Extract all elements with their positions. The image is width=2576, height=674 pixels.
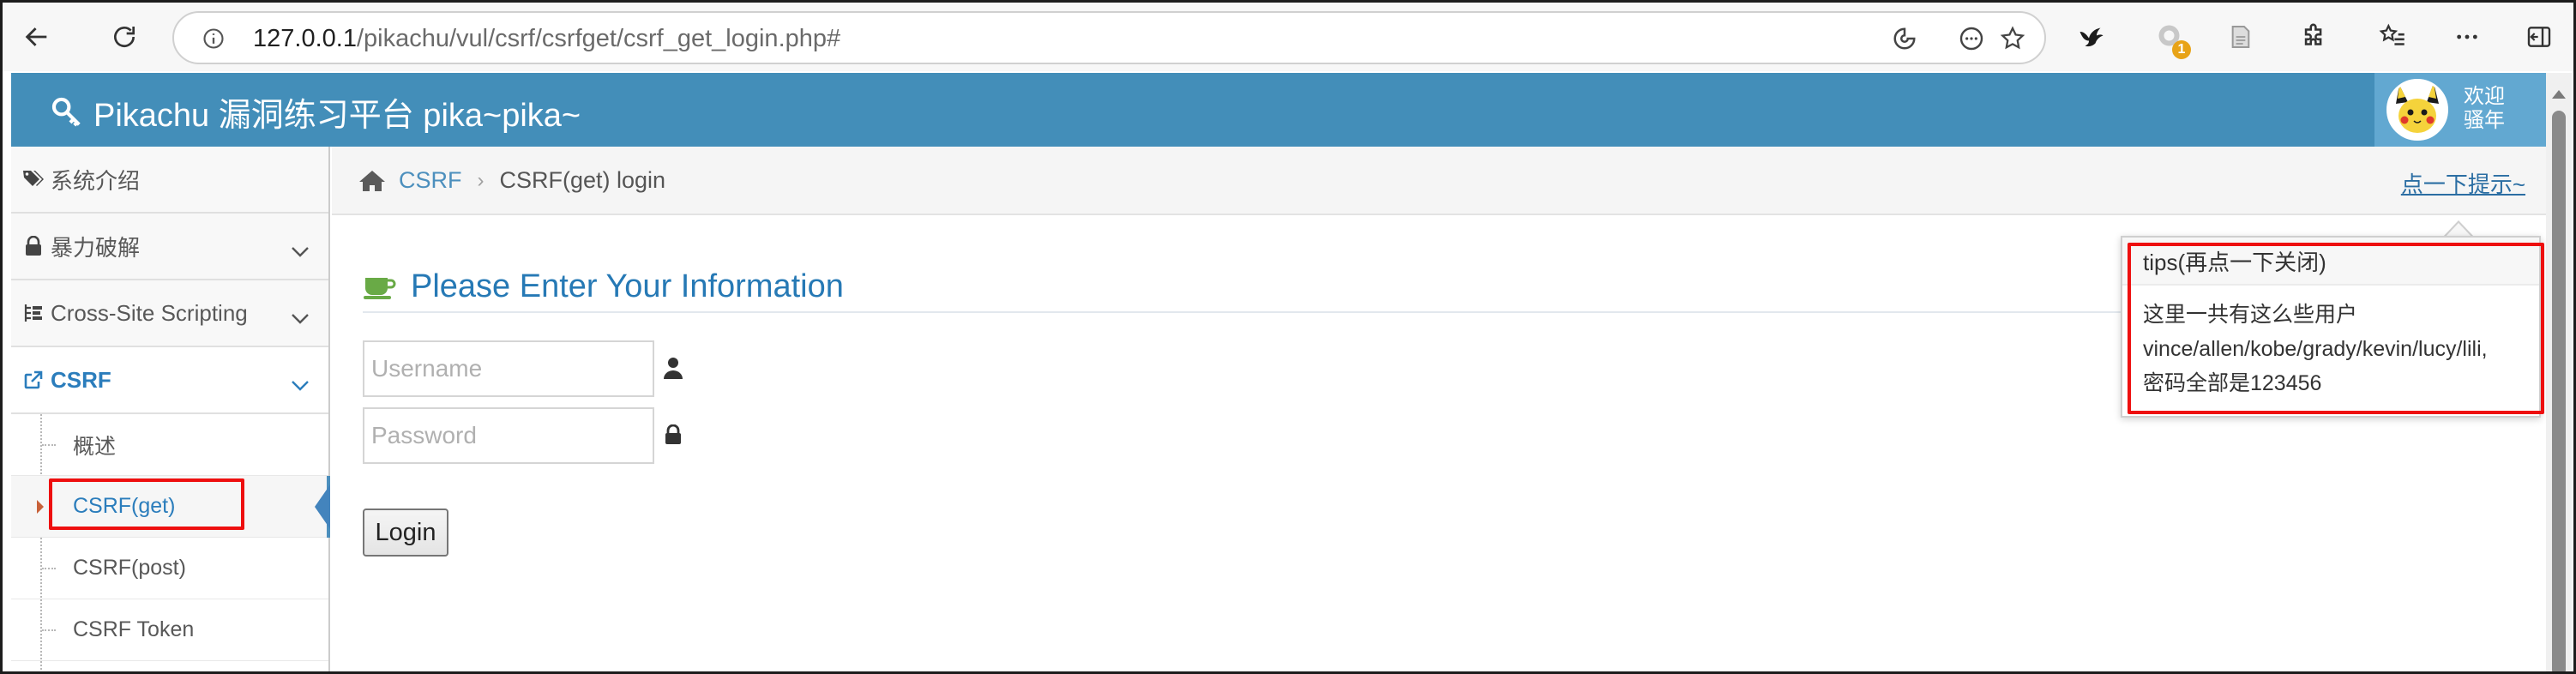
user-menu[interactable]: 欢迎 骚年 — [2374, 73, 2546, 147]
submenu-item-label: CSRF(post) — [73, 556, 186, 580]
lock-icon — [16, 236, 51, 256]
sidebar-item-xss[interactable]: Cross-Site Scripting — [11, 280, 328, 347]
key-icon — [51, 96, 83, 129]
password-input[interactable]: Password — [363, 407, 654, 464]
tree-tick — [42, 629, 56, 631]
breadcrumb: CSRF › CSRF(get) login — [358, 167, 665, 194]
home-icon[interactable] — [358, 169, 387, 193]
share-icon — [16, 370, 51, 390]
more-tools-icon[interactable] — [1953, 20, 1990, 57]
sidebar-item-csrf[interactable]: CSRF — [11, 347, 328, 414]
highlight-box-csrf-get — [49, 478, 244, 530]
sidebar-item-intro[interactable]: 系统介绍 — [11, 147, 328, 214]
vertical-scrollbar[interactable] — [2546, 73, 2572, 671]
back-button[interactable] — [13, 13, 61, 61]
welcome-text: 欢迎 骚年 — [2464, 85, 2505, 133]
breadcrumb-bar: CSRF › CSRF(get) login 点一下提示~ — [332, 147, 2546, 215]
extension-badge-count: 1 — [2172, 40, 2191, 59]
page-title-text: Please Enter Your Information — [411, 268, 844, 304]
highlight-box-tips — [2128, 243, 2544, 414]
url-path: /pikachu/vul/csrf/csrfget/csrf_get_login… — [356, 25, 841, 52]
username-input[interactable]: Username — [363, 340, 654, 397]
scroll-up-arrow-icon[interactable] — [2552, 90, 2566, 99]
tags-icon — [16, 169, 51, 190]
coffee-cup-icon — [363, 273, 397, 300]
app-header: Pikachu 漏洞练习平台 pika~pika~ 欢迎 骚年 — [11, 73, 2546, 147]
submenu-item-label: 概述 — [73, 434, 117, 459]
submenu-item-csrf-token[interactable]: CSRF Token — [11, 599, 328, 661]
address-bar[interactable]: 127.0.0.1/pikachu/vul/csrf/csrfget/csrf_… — [172, 11, 2046, 64]
submenu-item-overview[interactable]: 概述 — [11, 414, 328, 476]
tree-tick — [42, 444, 56, 446]
favorite-star-icon[interactable] — [1994, 20, 2031, 57]
welcome-line2: 骚年 — [2464, 109, 2505, 132]
submenu-item-csrf-post[interactable]: CSRF(post) — [11, 538, 328, 599]
active-pointer-icon — [315, 484, 330, 529]
more-menu-icon[interactable] — [2443, 13, 2491, 61]
csrf-submenu: 概述 CSRF(get) CSRF(post) CSRF Token — [11, 414, 330, 671]
breadcrumb-current: CSRF(get) login — [499, 167, 666, 193]
tips-link[interactable]: 点一下提示~ — [2401, 167, 2525, 199]
chevron-down-icon — [291, 304, 310, 331]
browser-window: 127.0.0.1/pikachu/vul/csrf/csrfget/csrf_… — [0, 0, 2576, 674]
avatar — [2386, 79, 2448, 141]
breadcrumb-separator-icon: › — [477, 168, 485, 192]
url-text[interactable]: 127.0.0.1/pikachu/vul/csrf/csrfget/csrf_… — [253, 25, 840, 53]
favorites-list-icon[interactable] — [2369, 13, 2417, 61]
caret-right-icon — [37, 500, 44, 514]
sidebar-item-label: 系统介绍 — [51, 167, 141, 194]
browser-essentials-icon[interactable] — [1886, 20, 1923, 57]
login-button[interactable]: Login — [363, 509, 448, 557]
extension-badge-icon[interactable]: 1 — [2146, 13, 2194, 61]
sidebar-item-label: Cross-Site Scripting — [51, 299, 248, 326]
sidebar-item-label: CSRF — [51, 366, 111, 393]
sidebar: 系统介绍 暴力破解 Cross-Site Scripting CSRF 概述 C… — [11, 147, 330, 671]
reload-icon — [114, 27, 135, 47]
brand-title: Pikachu 漏洞练习平台 pika~pika~ — [93, 98, 581, 134]
bird-extension-icon[interactable] — [2067, 13, 2116, 61]
sidebar-item-label: 暴力破解 — [51, 234, 141, 261]
sidebar-toggle-icon[interactable] — [2515, 13, 2563, 61]
chevron-down-icon — [291, 371, 310, 398]
reading-view-icon[interactable] — [2217, 13, 2265, 61]
browser-toolbar: 127.0.0.1/pikachu/vul/csrf/csrfget/csrf_… — [3, 3, 2573, 71]
tree-tick — [42, 568, 56, 569]
back-arrow-icon — [25, 27, 47, 46]
site-info-icon[interactable] — [195, 20, 232, 57]
welcome-line1: 欢迎 — [2464, 85, 2505, 108]
submenu-item-label: CSRF Token — [73, 617, 195, 641]
list-icon — [16, 303, 51, 323]
brand-link[interactable]: Pikachu 漏洞练习平台 pika~pika~ — [51, 88, 581, 135]
sidebar-item-brute-force[interactable]: 暴力破解 — [11, 214, 328, 280]
chevron-down-icon — [291, 238, 310, 264]
reload-button[interactable] — [100, 13, 148, 61]
lock-icon — [661, 423, 685, 447]
extensions-puzzle-icon[interactable] — [2290, 13, 2338, 61]
breadcrumb-link-csrf[interactable]: CSRF — [399, 167, 462, 194]
url-host: 127.0.0.1 — [253, 25, 357, 52]
user-icon — [661, 356, 685, 380]
scroll-thumb[interactable] — [2552, 111, 2566, 671]
